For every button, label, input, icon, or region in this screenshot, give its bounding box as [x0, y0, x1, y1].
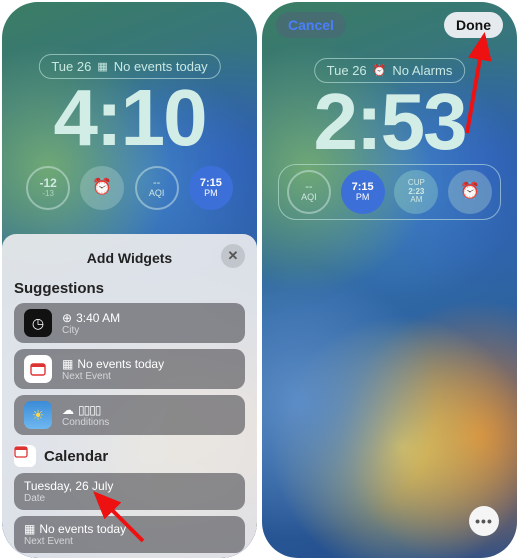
- sug-cal-title: No events today: [77, 357, 164, 371]
- world-clock-widget[interactable]: 7:15 PM: [187, 163, 235, 213]
- add-widgets-sheet: Add Widgets ✕ Suggestions ◷ ⊕ 3:40 AM Cit…: [2, 234, 257, 558]
- clock-ampm: PM: [204, 189, 218, 199]
- cal-glyph-icon: ▦: [62, 357, 73, 371]
- sug-clock-sub: City: [62, 325, 120, 336]
- clock-app-icon: ◷: [24, 309, 52, 337]
- aqi-lbl: AQI: [149, 189, 165, 199]
- phone-right: Cancel Done Tue 26 ⏰ No Alarms 2:53 -- A…: [262, 2, 517, 558]
- weather-app-icon: ☀: [24, 401, 52, 429]
- cal-next-title: No events today: [39, 522, 126, 536]
- temp-lo: -13: [42, 190, 54, 199]
- sug-cal-sub: Next Event: [62, 371, 164, 382]
- cal-date-sub: Date: [24, 493, 113, 504]
- calendar-row-date[interactable]: Tuesday, 26 July Date: [14, 473, 245, 510]
- alarm-widget[interactable]: ⏰: [446, 167, 494, 217]
- bars-icon: ▯▯▯▯: [78, 403, 100, 417]
- cal-date-title: Tuesday, 26 July: [24, 479, 113, 493]
- phone-left: Tue 26 ▦ No events today 4:10 -12 -13 ⏰: [2, 2, 257, 558]
- sug-clock-time: 3:40 AM: [76, 311, 120, 325]
- widget-row: -12 -13 ⏰ -- AQI 7:15 PM: [18, 160, 241, 216]
- calendar-app-icon: [24, 355, 52, 383]
- more-button[interactable]: •••: [469, 506, 499, 536]
- widget-row[interactable]: -- AQI 7:15 PM CUP 2:23 AM: [278, 164, 501, 220]
- close-icon: ✕: [228, 248, 239, 264]
- sug-weather-sub: Conditions: [62, 417, 109, 428]
- aqi-widget[interactable]: -- AQI: [133, 163, 181, 213]
- alarm-icon-2: ⏰: [460, 183, 480, 201]
- globe-icon: ⊕: [62, 311, 72, 325]
- suggestion-clock[interactable]: ◷ ⊕ 3:40 AM City: [14, 303, 245, 343]
- cloud-icon: ☁: [62, 403, 74, 417]
- clock-ampm: PM: [356, 193, 370, 203]
- alarm-icon: ⏰: [92, 179, 112, 197]
- aqi-widget[interactable]: -- AQI: [285, 167, 333, 217]
- calendar-app-icon-2: [14, 445, 36, 467]
- suggestions-label: Suggestions: [14, 280, 245, 297]
- edit-bar: Cancel Done: [262, 12, 517, 38]
- ellipsis-icon: •••: [475, 513, 493, 529]
- weather-widget[interactable]: -12 -13: [24, 163, 72, 213]
- done-button[interactable]: Done: [444, 12, 503, 38]
- world-clock-widget-2[interactable]: CUP 2:23 AM: [393, 167, 441, 217]
- cal-glyph-icon-2: ▦: [24, 522, 35, 536]
- alarm-widget[interactable]: ⏰: [78, 163, 126, 213]
- cal-next-sub: Next Event: [24, 536, 126, 547]
- close-button[interactable]: ✕: [221, 244, 245, 268]
- cancel-button[interactable]: Cancel: [276, 12, 346, 38]
- lock-clock: 2:53: [262, 76, 517, 168]
- calendar-row-next-event[interactable]: ▦ No events today Next Event: [14, 516, 245, 553]
- aqi-lbl: AQI: [301, 193, 317, 203]
- suggestion-calendar[interactable]: ▦ No events today Next Event: [14, 349, 245, 389]
- calendar-section-label: Calendar: [44, 448, 108, 465]
- calendar-section-header: Calendar: [14, 445, 245, 467]
- lock-clock: 4:10: [2, 72, 257, 164]
- suggestion-weather[interactable]: ☀ ☁ ▯▯▯▯ Conditions: [14, 395, 245, 435]
- world-clock-widget-1[interactable]: 7:15 PM: [339, 167, 387, 217]
- cup-ampm: AM: [410, 196, 422, 205]
- sheet-title: Add Widgets: [87, 250, 172, 266]
